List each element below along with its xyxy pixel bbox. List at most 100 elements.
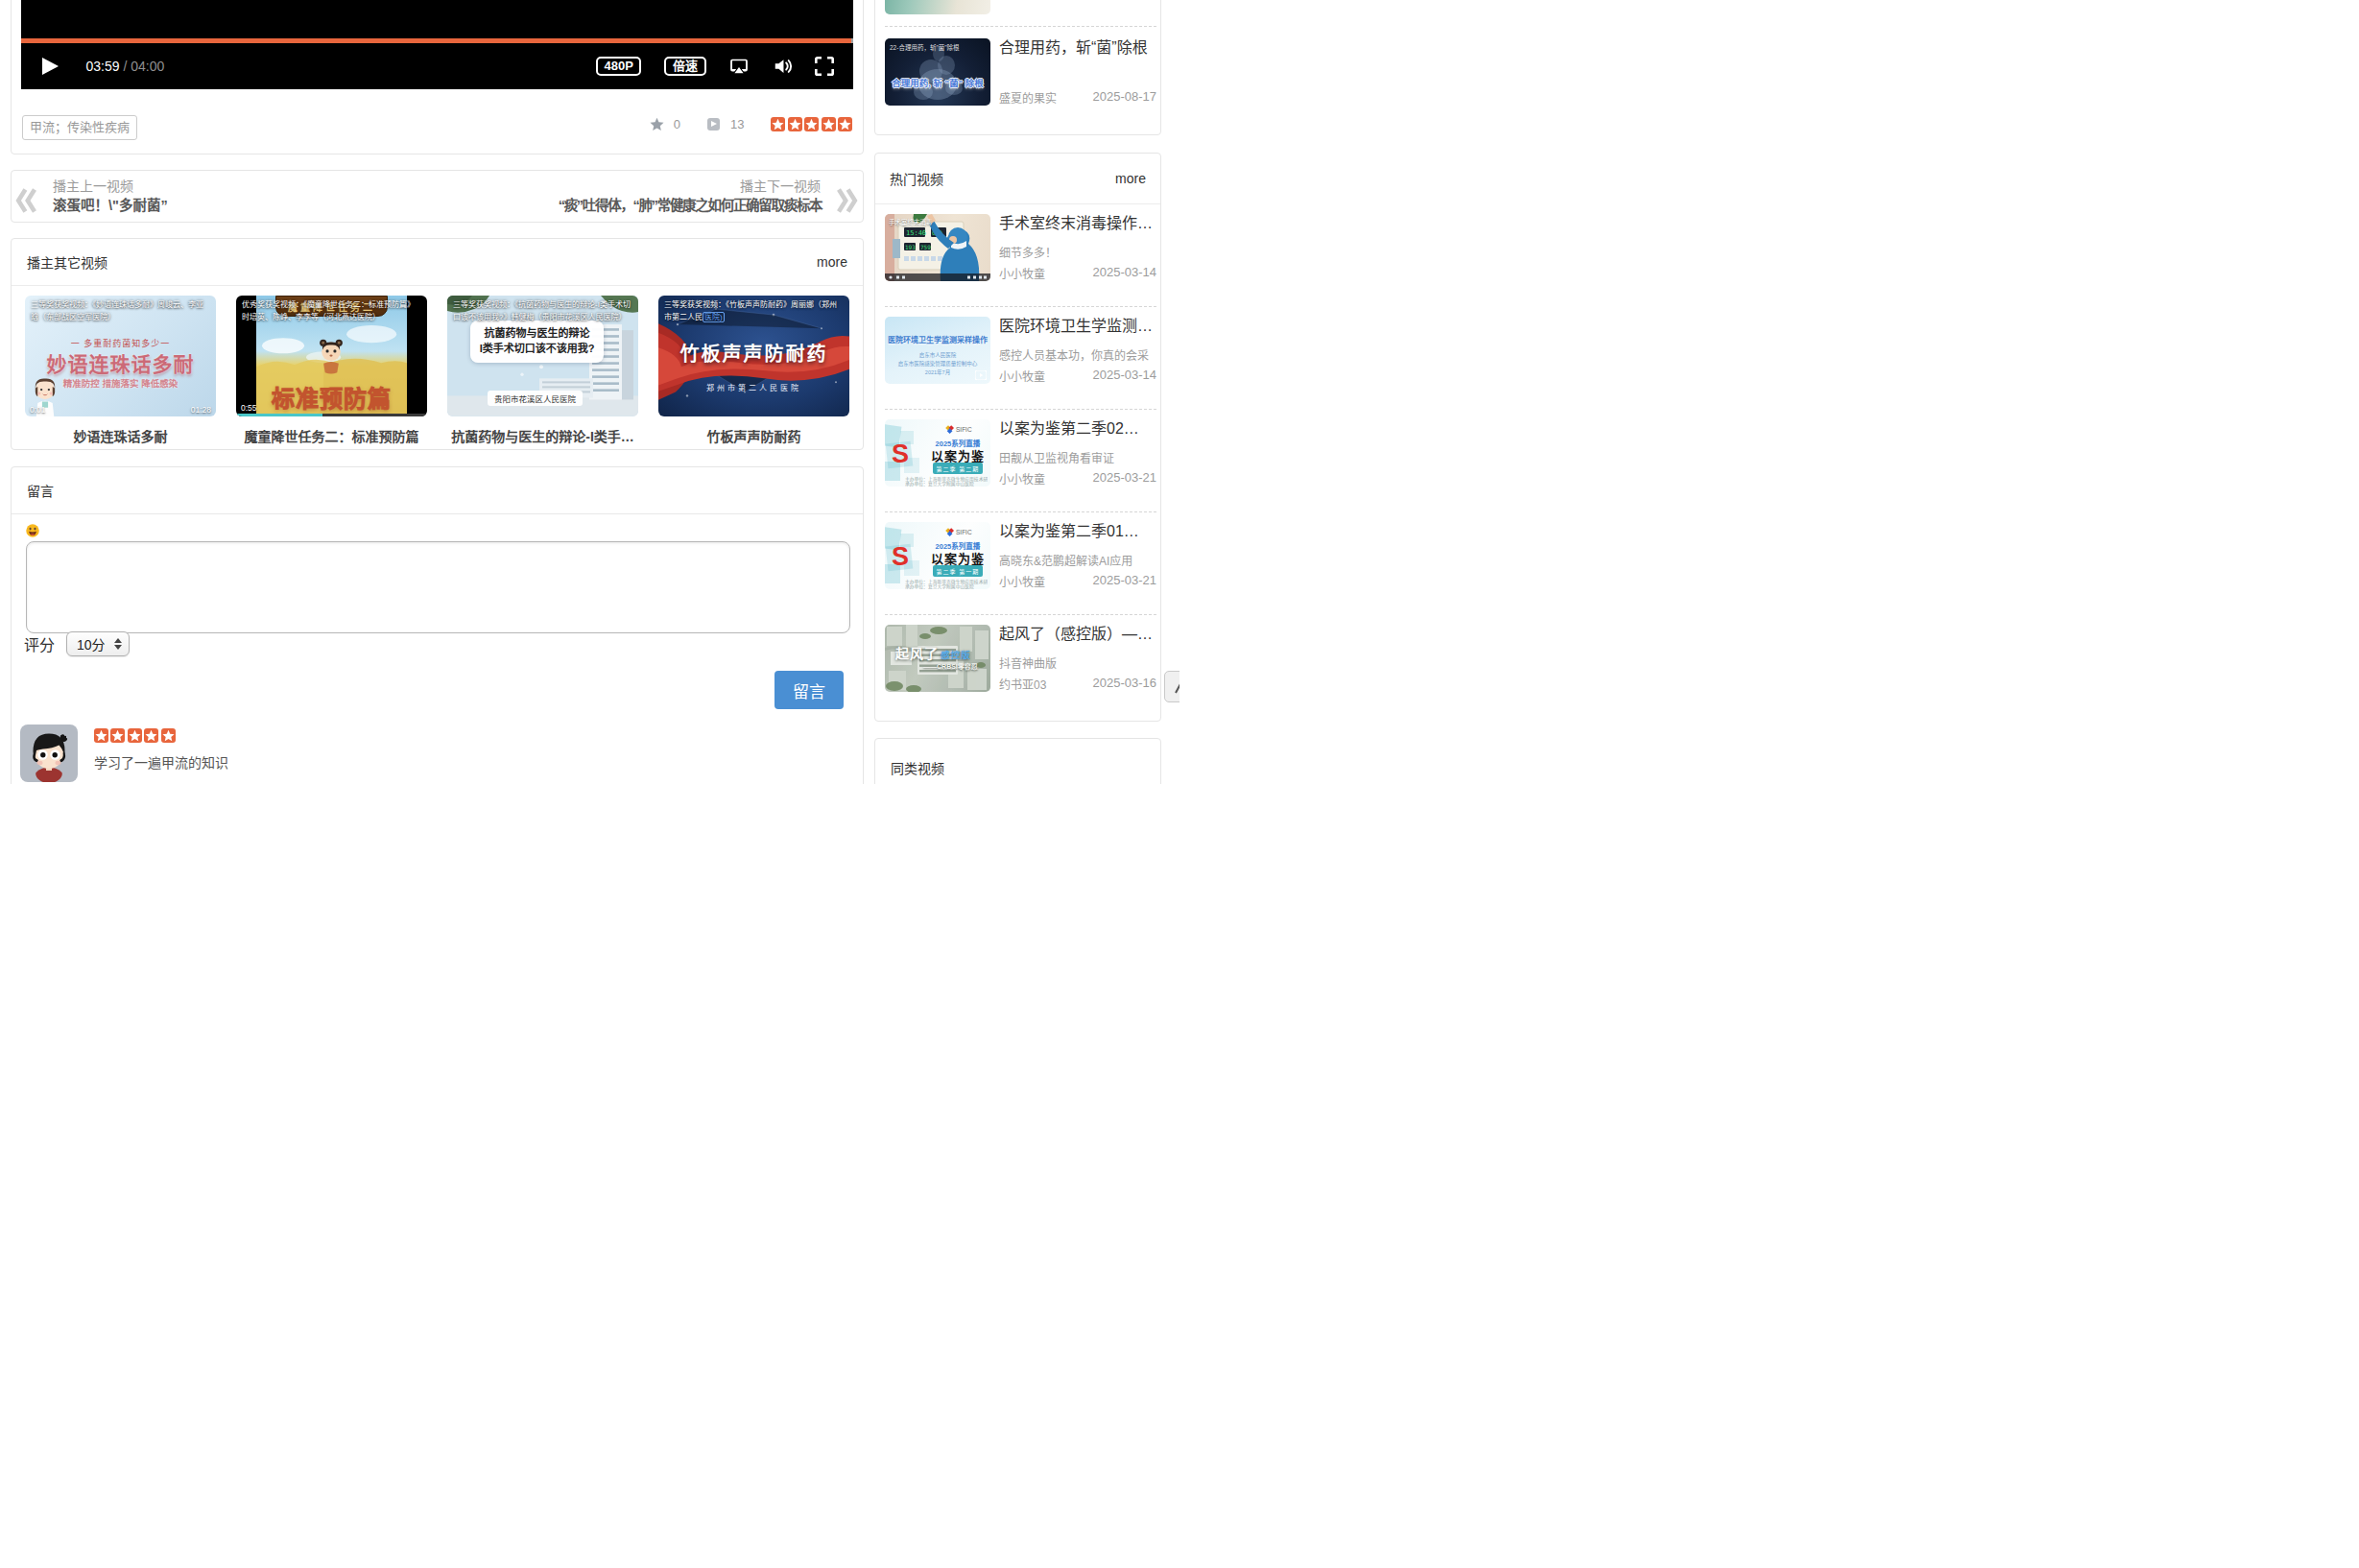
hot-videos-more-link[interactable]: more (1115, 171, 1146, 186)
hot-videos-card: 热门视频 more 15:46 0:0 193 759 (874, 153, 1161, 722)
play-count: 13 (730, 117, 744, 131)
comment-text: 学习了一遍甲流的知识 (94, 752, 228, 772)
sidebar-video-title[interactable]: 以案为鉴第二季02… (999, 419, 1156, 439)
sidebar-video-title[interactable]: 起风了（感控版）—… (999, 625, 1156, 644)
uploader-video-item[interactable]: 抗菌药物与医生的辩论 I类手术切口该不该用我? 贵阳市花溪区人民医院 三等奖获奖… (447, 296, 638, 449)
video-tag[interactable]: 甲流；传染性疾病 (22, 115, 137, 140)
star-icon (789, 118, 801, 131)
sidebar-video-item[interactable]: 22-合理用药，斩"菌"除根 合理用药, 斩 "菌" 除根 合理用药，斩“菌”除… (885, 26, 1156, 135)
sidebar-video-title[interactable]: 医院环境卫生学监测… (999, 317, 1156, 336)
sidebar-video-subtitle: 田靓从卫监视角看审证 (999, 449, 1156, 465)
uploader-video-item[interactable]: 竹板声声防耐药 郑州市第二人民医院 三等奖获奖视频：《竹板声声防耐药》周丽娜（郑… (658, 296, 849, 449)
video-thumbnail: 抗菌药物与医生的辩论 I类手术切口该不该用我? 贵阳市花溪区人民医院 三等奖获奖… (447, 296, 638, 416)
sidebar-video-subtitle: 细节多多！ (999, 244, 1156, 260)
thumb-footer: 贵阳市花溪区人民医院 (488, 391, 584, 406)
sidebar-video-item[interactable] (885, 0, 1156, 26)
comment-rating-stars (94, 728, 228, 743)
thumb-caption: 三等奖获奖视频：《竹板声声防耐药》周丽娜（郑州市第二人民医院) (658, 296, 849, 327)
star-icon (145, 729, 157, 742)
thumb-line1: 抗菌药物与医生的辩论 (472, 326, 602, 342)
video-title[interactable]: 魔童降世任务二：标准预防篇 (236, 430, 427, 449)
svg-text:S: S (892, 440, 909, 468)
sidebar-video-date: 2025-03-14 (1093, 265, 1157, 281)
favorite-count: 0 (674, 117, 680, 131)
sidebar-video-title[interactable]: 以案为鉴第二季01… (999, 522, 1156, 541)
thumb-line2: I类手术切口该不该用我? (472, 342, 602, 357)
sidebar-video-date: 2025-03-16 (1093, 676, 1157, 692)
sidebar-latest-card: 22-合理用药，斩"菌"除根 合理用药, 斩 "菌" 除根 合理用药，斩“菌”除… (874, 0, 1161, 135)
thumb-title: 标准预防篇 (256, 380, 407, 414)
airplay-button[interactable] (728, 56, 750, 77)
video-meta-row: 甲流；传染性疾病 0 13 (21, 115, 853, 140)
video-thumbnail: S SIFIC 2025系列直播 以案为鉴 第二季 第一期 主办单位：上海斯菲克… (885, 522, 990, 589)
volume-icon (773, 56, 794, 77)
play-icon (975, 370, 987, 380)
rating-star-icon (788, 117, 802, 131)
airplay-icon (728, 56, 750, 77)
video-thumbnail: 医院环境卫生学监测采样操作 启东市人民医院 启东市医院感染管理质量控制中心 20… (885, 317, 990, 384)
rating-star-icon (822, 117, 836, 131)
video-player[interactable]: 03:59 / 04:00 480P 倍速 (21, 0, 853, 89)
related-videos-card: 同类视频 (874, 738, 1161, 784)
sidebar-video-item[interactable]: S SIFIC 2025系列直播 以案为鉴 第二季 第一期 主办单位：上海斯菲克… (885, 511, 1156, 614)
comment-input[interactable] (26, 541, 850, 634)
video-title[interactable]: 妙语连珠话多耐 (25, 430, 216, 449)
rating-select[interactable]: 10分 (66, 631, 130, 656)
sidebar-video-item[interactable]: S SIFIC 2025系列直播 以案为鉴 第二季 第二期 主办单位：上海斯菲克… (885, 409, 1156, 511)
emoji-picker-icon[interactable] (26, 524, 39, 537)
video-thumbnail: 22-合理用药，斩"菌"除根 合理用药, 斩 "菌" 除根 (885, 38, 990, 106)
sidebar-video-item[interactable]: 起风了感控版 ——CRBSI零容忍 起风了（感控版）—… 抖音神曲版 约书亚03… (885, 614, 1156, 721)
star-icon (111, 729, 124, 742)
uploader-video-item[interactable]: 魔童降世任务二 标准预防篇 优秀奖获奖视频：《魔童 (236, 296, 427, 449)
star-icon (822, 118, 835, 131)
sidebar-video-date: 2025-03-21 (1093, 470, 1157, 487)
sidebar-video-subtitle: 感控人员基本功，你真的会采 (999, 346, 1156, 363)
floating-widget-button[interactable] (1164, 671, 1180, 702)
video-thumbnail: 起风了感控版 ——CRBSI零容忍 (885, 625, 990, 692)
video-thumbnail: 一 多重耐药菌知多少一 妙语连珠话多耐 精准防控 措施落实 降低感染 (25, 296, 216, 416)
video-rating-stars[interactable] (771, 117, 852, 131)
video-title[interactable]: 竹板声声防耐药 (658, 430, 849, 449)
comments-title: 留言 (27, 481, 54, 500)
rating-star-icon (161, 728, 176, 743)
volume-button[interactable] (773, 56, 794, 77)
thumb-sub: ——CRBSI零容忍 (885, 661, 978, 671)
svg-text:SIFIC: SIFIC (956, 529, 972, 535)
thumb-time-start: 0:55 (241, 403, 257, 413)
sidebar-video-title[interactable]: 手术室终末消毒操作… (999, 214, 1156, 233)
prev-video-label: 播主上一视频 (53, 178, 168, 195)
double-chevron-left-icon (15, 188, 37, 213)
thumb-label: 手术室终末消毒 (889, 217, 933, 226)
sidebar-video-author: 小小牧童 (999, 265, 1045, 281)
uploader-videos-card: 播主其它视频 more 一 多重耐药菌知多少一 妙语连珠话多耐 精准防控 措施落… (11, 238, 864, 450)
video-progress-bar[interactable] (21, 38, 853, 44)
play-count-icon (707, 118, 720, 131)
thumb-tag: 感控版 (941, 650, 971, 660)
quality-button[interactable]: 480P (596, 57, 641, 77)
rating-star-icon (804, 117, 819, 131)
next-video-link[interactable]: 播主下一视频 “痰”吐得体，“肺”常健康之如何正确留取痰标本 (543, 178, 858, 214)
video-thumbnail: 15:46 0:0 193 759 (885, 214, 990, 281)
prev-video-link[interactable]: 播主上一视频 滚蛋吧！\"多耐菌” (15, 178, 183, 214)
sidebar-video-date: 2025-03-14 (1093, 368, 1157, 384)
duration: / 04:00 (123, 59, 164, 74)
play-button[interactable] (42, 58, 59, 75)
thumb-title: 医院环境卫生学监测采样操作 (885, 334, 990, 344)
uploader-video-item[interactable]: 一 多重耐药菌知多少一 妙语连珠话多耐 精准防控 措施落实 降低感染 (25, 296, 216, 449)
sidebar-video-item[interactable]: 15:46 0:0 193 759 (885, 204, 1156, 306)
sidebar-video-subtitle: 抖音神曲版 (999, 654, 1156, 671)
thumb-line1: 启东市人民医院 (885, 351, 990, 359)
hot-videos-title: 热门视频 (890, 169, 943, 188)
comment-item: 学习了一遍甲流的知识 (20, 725, 850, 782)
related-videos-title: 同类视频 (875, 739, 1160, 777)
sidebar-video-title[interactable]: 合理用药，斩“菌”除根 (999, 38, 1156, 58)
video-title[interactable]: 抗菌药物与医生的辩论-I类手… (447, 430, 638, 449)
thumb-badge: 第二季 第二期 (933, 463, 984, 474)
star-icon (95, 729, 107, 742)
fullscreen-button[interactable] (815, 57, 834, 76)
submit-comment-button[interactable]: 留言 (774, 671, 844, 709)
uploader-videos-more-link[interactable]: more (817, 254, 847, 270)
favorite-star-icon[interactable] (650, 117, 664, 131)
sidebar-video-item[interactable]: 医院环境卫生学监测采样操作 启东市人民医院 启东市医院感染管理质量控制中心 20… (885, 306, 1156, 409)
speed-button[interactable]: 倍速 (664, 57, 705, 77)
